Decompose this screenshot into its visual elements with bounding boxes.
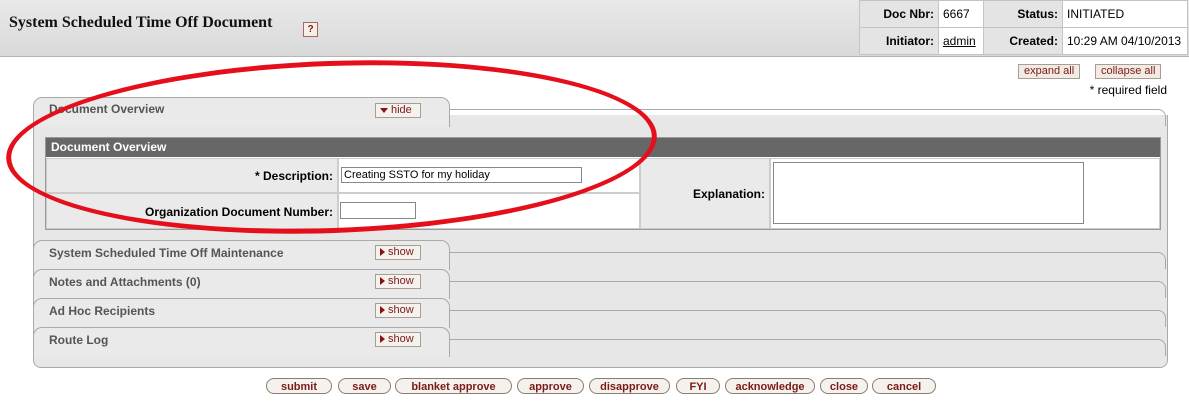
show-button[interactable]: show [375, 274, 421, 289]
org-doc-number-input[interactable] [340, 202, 416, 219]
page-title: System Scheduled Time Off Document [9, 14, 273, 31]
tab-notes-and-attachments: Notes and Attachments (0) show [33, 269, 1167, 299]
document-overview-panel: Document Overview * Description: Organiz… [45, 137, 1161, 230]
expand-all-button[interactable]: expand all [1018, 64, 1081, 79]
tab-ad-hoc-recipients: Ad Hoc Recipients show [33, 298, 1167, 328]
document-header: System Scheduled Time Off Document ? Doc… [0, 0, 1189, 57]
action-buttons-bar: submit save blanket approve approve disa… [0, 377, 1189, 397]
tab-route-log: Route Log show [33, 327, 1167, 357]
tab-label: Route Log [49, 333, 109, 347]
org-doc-number-label: Organization Document Number: [46, 193, 338, 229]
description-label: * Description: [46, 158, 338, 193]
cancel-button[interactable]: cancel [872, 378, 936, 394]
show-button[interactable]: show [375, 332, 421, 347]
required-field-note: * required field [1089, 83, 1167, 97]
submit-button[interactable]: submit [266, 378, 332, 394]
show-button[interactable]: show [375, 303, 421, 318]
fyi-button[interactable]: FYI [676, 378, 720, 394]
hide-button[interactable]: hide [375, 103, 421, 118]
section-header: Document Overview [46, 138, 1160, 157]
created-value: 10:29 AM 04/10/2013 [1062, 27, 1188, 55]
arrow-right-icon [380, 306, 385, 315]
status-value: INITIATED [1062, 0, 1188, 28]
explanation-textarea[interactable] [773, 162, 1084, 224]
tab-label: Notes and Attachments (0) [49, 275, 201, 289]
collapse-all-button[interactable]: collapse all [1095, 64, 1162, 79]
created-label: Created: [983, 27, 1063, 55]
tab-document-overview: Document Overview hide [33, 97, 1167, 127]
disapprove-button[interactable]: disapprove [589, 378, 670, 394]
tab-label: Ad Hoc Recipients [49, 304, 156, 318]
arrow-down-icon [380, 107, 388, 113]
tab-system-scheduled-time-off-maintenance: System Scheduled Time Off Maintenance sh… [33, 240, 1167, 270]
blanket-approve-button[interactable]: blanket approve [395, 378, 512, 394]
tab-label: System Scheduled Time Off Maintenance [49, 246, 284, 260]
initiator-label: Initiator: [859, 27, 939, 55]
doc-nbr-value: 6667 [938, 0, 984, 28]
show-button[interactable]: show [375, 245, 421, 260]
document-info-table: Doc Nbr: 6667 Status: INITIATED Initiato… [859, 0, 1188, 55]
explanation-label: Explanation: [640, 158, 770, 229]
description-input[interactable] [341, 167, 582, 183]
close-button[interactable]: close [820, 378, 868, 394]
initiator-link[interactable]: admin [943, 34, 976, 48]
save-button[interactable]: save [338, 378, 391, 394]
arrow-right-icon [380, 248, 385, 257]
arrow-right-icon [380, 335, 385, 344]
tab-label: Document Overview [49, 102, 165, 116]
status-label: Status: [983, 0, 1063, 28]
doc-nbr-label: Doc Nbr: [859, 0, 939, 28]
acknowledge-button[interactable]: acknowledge [725, 378, 815, 394]
help-icon[interactable]: ? [303, 22, 318, 37]
approve-button[interactable]: approve [517, 378, 584, 394]
arrow-right-icon [380, 277, 385, 286]
